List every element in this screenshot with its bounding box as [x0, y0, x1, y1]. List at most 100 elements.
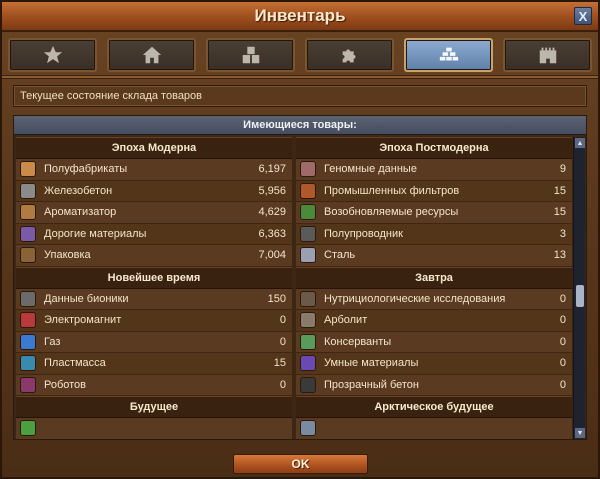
goods-row [296, 418, 572, 439]
goods-name: Газ [44, 335, 61, 348]
goods-icon [300, 333, 316, 350]
era-title: Будущее [16, 396, 292, 418]
goods-column-left: Эпоха Модерна Полуфабрикаты 6,197 Железобет… [16, 137, 292, 439]
goods-icon [300, 182, 316, 199]
goods-amount: 0 [559, 292, 566, 305]
scrollbar[interactable]: ▲ ▼ [573, 137, 585, 439]
goods-list: Данные бионики 150 Электромагнит 0 Газ 0 Пласт… [16, 288, 292, 396]
boxes-icon [242, 46, 259, 64]
goods-icon [300, 290, 316, 307]
scroll-thumb[interactable] [576, 285, 584, 307]
goods-icon [20, 225, 36, 242]
goods-row: Полуфабрикаты 6,197 [16, 159, 292, 181]
goods-amount: 4,629 [258, 206, 286, 219]
close-button[interactable]: X [574, 7, 592, 25]
goods-amount: 9 [559, 163, 566, 176]
goods-row: Сталь 13 [296, 245, 572, 267]
goods-name: Геномные данные [324, 163, 417, 176]
goods-row: Газ 0 [16, 331, 292, 353]
goods-amount: 13 [553, 249, 566, 262]
goods-icon [20, 290, 36, 307]
goods-row: Данные бионики 150 [16, 288, 292, 310]
goods-amount: 0 [279, 378, 286, 391]
goods-row: Дорогие материалы 6,363 [16, 223, 292, 245]
goods-icon [20, 333, 36, 350]
goods-name: Полуфабрикаты [44, 163, 128, 176]
goods-column-right: Эпоха Постмодерна Геномные данные 9 Промышл… [296, 137, 572, 439]
goods-row: Арболит 0 [296, 310, 572, 332]
goods-row: Возобновляемые ресурсы 15 [296, 202, 572, 224]
goods-name: Прозрачный бетон [324, 378, 420, 391]
goods-amount: 150 [267, 292, 286, 305]
goods-amount: 15 [553, 206, 566, 219]
goods-icon [20, 355, 36, 372]
goods-icon [20, 204, 36, 221]
house-icon [142, 46, 161, 64]
tab-puzzle[interactable] [305, 38, 394, 72]
divider [2, 75, 598, 79]
goods-icon [300, 161, 316, 178]
goods-row: Промышленных фильтров 15 [296, 180, 572, 202]
goods-amount: 15 [553, 184, 566, 197]
window-title: Инвентарь [254, 6, 346, 25]
goods-icon [20, 312, 36, 329]
era-title: Новейшее время [16, 266, 292, 289]
goods-icon [300, 204, 316, 221]
goods-name: Упаковка [44, 249, 91, 262]
tab-boxes[interactable] [206, 38, 295, 72]
goods-row: Упаковка 7,004 [16, 245, 292, 267]
goods-name: Консерванты [324, 335, 392, 348]
tab-castle[interactable] [503, 38, 592, 72]
goods-amount: 0 [279, 314, 286, 327]
goods-name: Роботов [44, 378, 87, 391]
era-title: Арктическое будущее [296, 396, 572, 418]
era-title: Эпоха Постмодерна [296, 137, 572, 159]
tab-star[interactable] [8, 38, 97, 72]
goods-amount: 0 [559, 335, 566, 348]
goods-icon [20, 420, 36, 437]
goods-row: Пластмасса 15 [16, 353, 292, 375]
scroll-down-button[interactable]: ▼ [575, 428, 585, 438]
goods-scroll-area[interactable]: Эпоха Модерна Полуфабрикаты 6,197 Железобет… [16, 137, 572, 439]
goods-row: Железобетон 5,956 [16, 180, 292, 202]
tab-bar [8, 38, 594, 74]
goods-list [296, 418, 572, 439]
goods-icon [20, 182, 36, 199]
goods-name: Нутрициологические исследования [324, 292, 506, 305]
goods-name: Ароматизатор [44, 206, 117, 219]
goods-name: Полупроводник [324, 227, 403, 240]
goods-amount: 0 [559, 314, 566, 327]
goods-row: Прозрачный бетон 0 [296, 374, 572, 396]
goods-amount: 7,004 [258, 249, 286, 262]
goods-name: Умные материалы [324, 357, 419, 370]
puzzle-icon [342, 49, 355, 63]
goods-icon [300, 355, 316, 372]
star-icon [43, 45, 62, 64]
goods-list: Полуфабрикаты 6,197 Железобетон 5,956 Аромат… [16, 159, 292, 267]
ok-button[interactable]: OK [233, 454, 368, 474]
goods-list: Геномные данные 9 Промышленных фильтров 15 В… [296, 159, 572, 267]
goods-icon [20, 247, 36, 264]
goods-amount: 0 [279, 335, 286, 348]
goods-amount: 0 [559, 378, 566, 391]
goods-icon [300, 225, 316, 242]
goods-row: Консерванты 0 [296, 331, 572, 353]
goods-amount: 6,363 [258, 227, 286, 240]
goods-name: Арболит [324, 314, 368, 327]
goods-name: Пластмасса [44, 357, 106, 370]
tab-house[interactable] [107, 38, 196, 72]
goods-icon [300, 312, 316, 329]
tab-bricks[interactable] [404, 38, 493, 72]
goods-row: Умные материалы 0 [296, 353, 572, 375]
goods-amount: 3 [559, 227, 566, 240]
goods-header: Имеющиеся товары: [14, 116, 586, 135]
goods-amount: 15 [273, 357, 286, 370]
scroll-up-button[interactable]: ▲ [575, 138, 585, 148]
goods-icon [300, 420, 316, 437]
goods-name: Возобновляемые ресурсы [324, 206, 459, 219]
title-bar: Инвентарь X [2, 2, 598, 32]
goods-name: Промышленных фильтров [324, 184, 460, 197]
inventory-window: Инвентарь X Текущее состояние склада тов… [0, 0, 600, 479]
goods-name: Железобетон [44, 184, 113, 197]
goods-icon [300, 247, 316, 264]
